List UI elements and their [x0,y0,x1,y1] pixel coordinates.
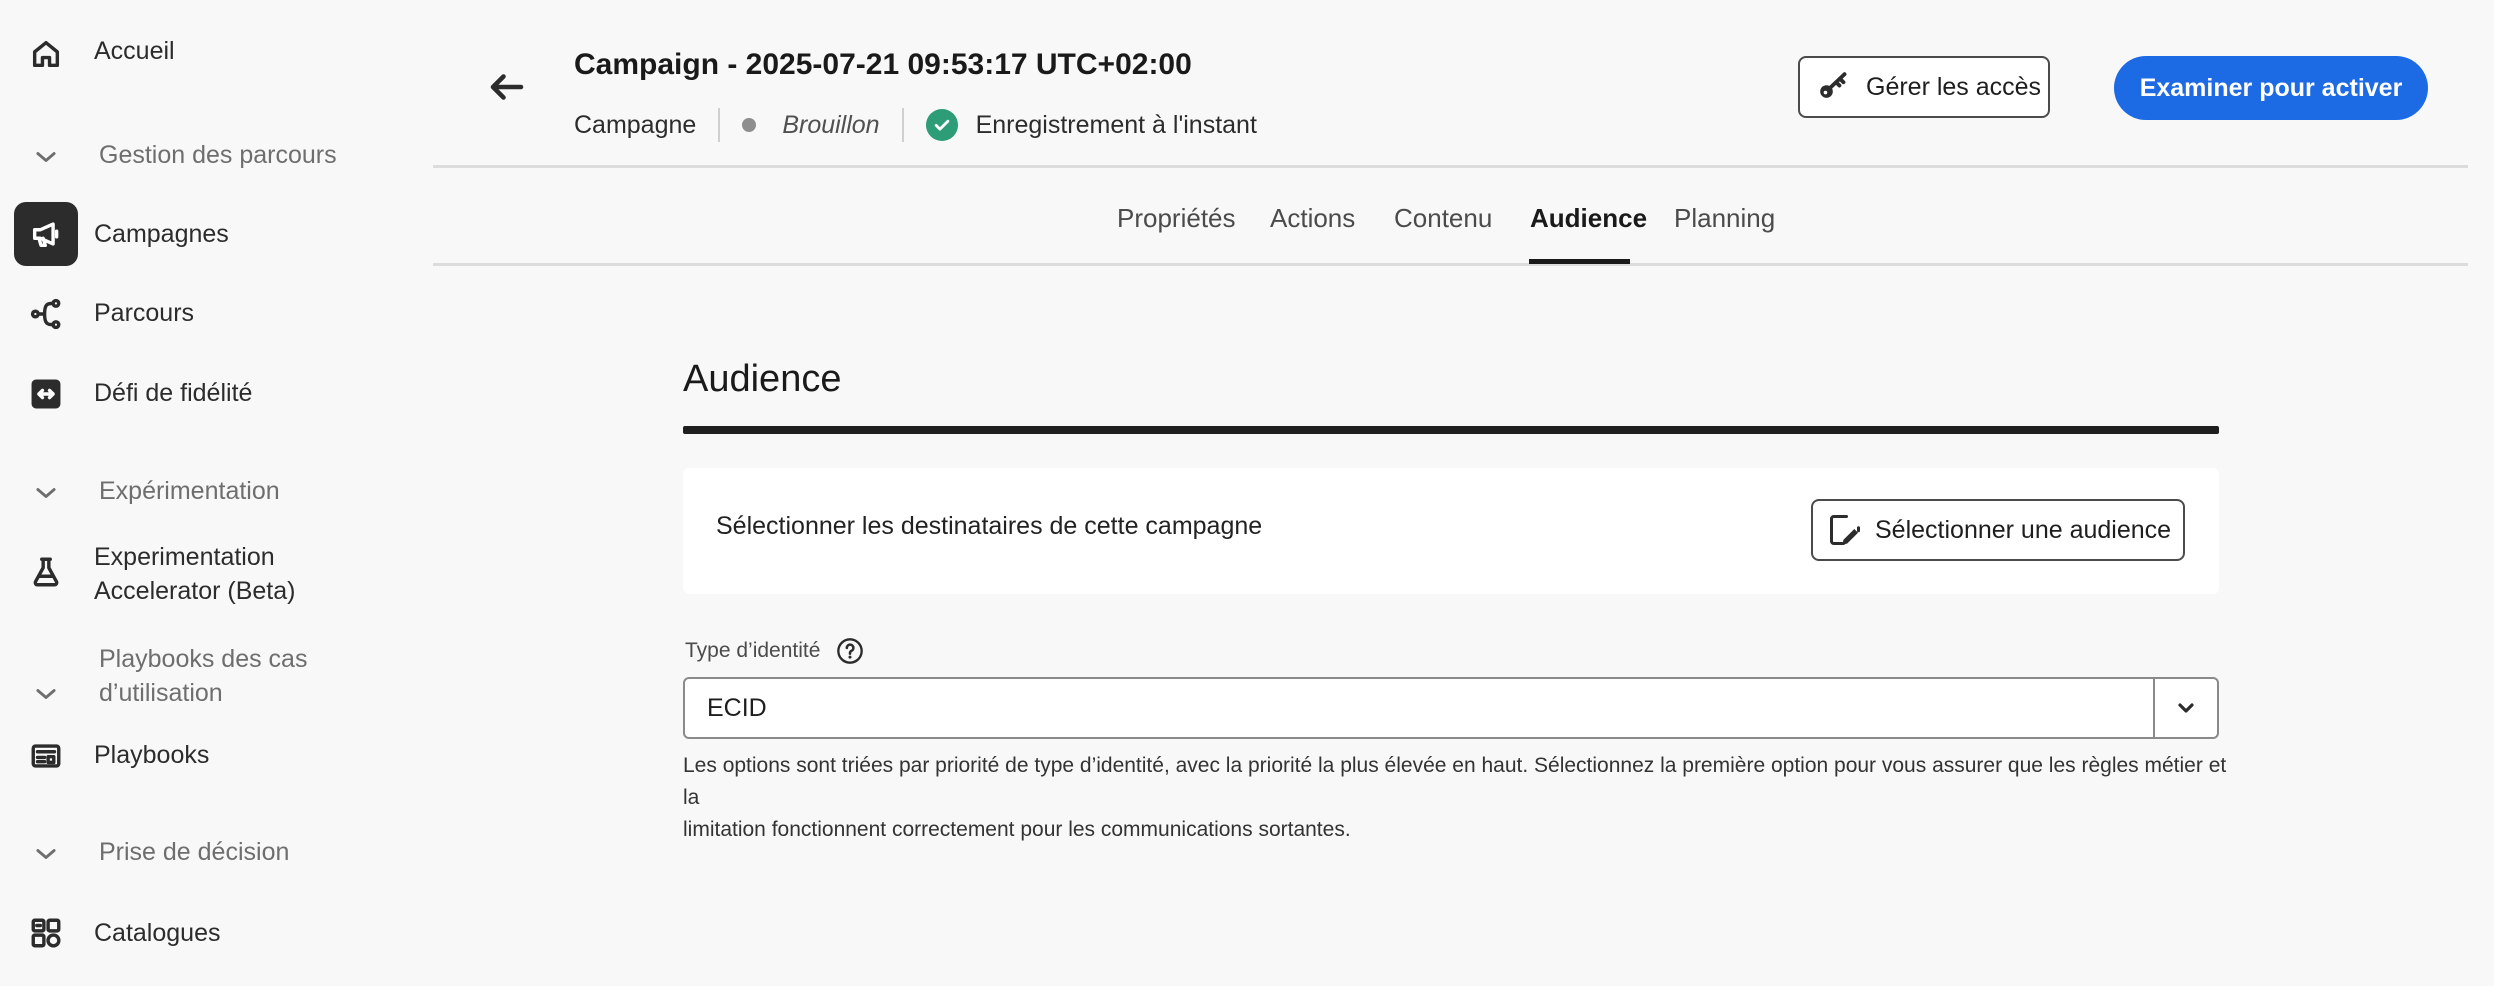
megaphone-icon [26,214,66,254]
home-icon [26,34,66,74]
sidebar-item-label: Défi de fidélité [94,379,253,407]
sidebar-section-label-line2: d’utilisation [99,679,223,707]
save-status: Enregistrement à l'instant [975,110,1257,139]
status-dot-icon [742,118,757,132]
sidebar-item-label: Parcours [94,299,195,327]
campaign-title: Campaign - 2025-07-21 09:53:17 UTC+02:00 [574,48,1192,81]
loyalty-challenge-icon [26,374,66,414]
identity-help-line-2: limitation fonctionnent correctement pou… [683,818,1351,841]
status-badge: Brouillon [782,110,880,139]
audience-card: Sélectionner les destinataires de cette … [683,468,2219,594]
identity-type-label-text: Type d’identité [685,639,821,662]
chevron-down-icon [26,834,66,874]
sidebar-item-label-line2: Accelerator (Beta) [94,577,296,605]
key-icon [1816,69,1852,105]
sidebar-section-label: Expérimentation [99,477,280,505]
active-tab-indicator [1529,259,1630,264]
sidebar-section-label: Gestion des parcours [99,141,337,169]
checkmark-circle-icon [925,109,958,141]
identity-type-select[interactable]: ECID [683,677,2219,739]
sidebar-item-label-line1: Experimentation [94,543,275,571]
sidebar: Accueil Gestion des parcours Campagnes P… [0,0,430,986]
identity-type-help-text: Les options sont triées par priorité de … [683,750,2243,846]
tab-content[interactable]: Contenu [1394,200,1492,236]
select-audience-label: Sélectionner une audience [1875,515,2172,544]
sidebar-section-label: Prise de décision [99,838,290,866]
section-divider [683,426,2219,434]
sidebar-item-label: Catalogues [94,919,221,947]
sidebar-item-label: Playbooks [94,741,210,769]
tab-planning[interactable]: Planning [1674,200,1775,236]
tab-properties[interactable]: Propriétés [1117,200,1236,236]
help-icon[interactable] [836,637,864,665]
catalog-icon [26,913,66,953]
divider [718,108,721,142]
divider [901,108,904,142]
identity-type-value: ECID [707,694,767,722]
identity-type-dropdown-button[interactable] [2153,679,2217,737]
review-to-activate-button[interactable]: Examiner pour activer [2114,56,2428,120]
chevron-down-icon [26,137,66,177]
sidebar-section-label-line1: Playbooks des cas [99,645,308,673]
tabs-divider [433,263,2468,266]
edit-icon [1827,512,1863,548]
section-title: Audience [683,358,842,400]
tab-audience[interactable]: Audience [1530,200,1647,236]
select-audience-button[interactable]: Sélectionner une audience [1811,499,2185,561]
chevron-down-icon [2178,703,2194,713]
arrow-left-icon [490,74,524,100]
playbook-icon [26,736,66,776]
campaign-meta: Campagne Brouillon Enregistrement à l'in… [574,108,1257,142]
chevron-down-icon [26,674,66,714]
flask-icon [26,552,66,592]
audience-card-text: Sélectionner les destinataires de cette … [716,512,1263,540]
back-button[interactable] [486,66,528,108]
identity-type-label: Type d’identité [685,637,864,665]
manage-access-button[interactable]: Gérer les accès [1798,56,2050,118]
manage-access-label: Gérer les accès [1866,72,2042,101]
tab-actions[interactable]: Actions [1270,200,1355,236]
campaign-type: Campagne [574,110,697,139]
chevron-down-icon [26,473,66,513]
identity-help-line-1: Les options sont triées par priorité de … [683,754,2227,809]
sidebar-item-label: Accueil [94,37,175,65]
sidebar-item-label: Campagnes [94,220,229,248]
journey-icon [26,294,66,334]
header-divider [433,165,2468,168]
